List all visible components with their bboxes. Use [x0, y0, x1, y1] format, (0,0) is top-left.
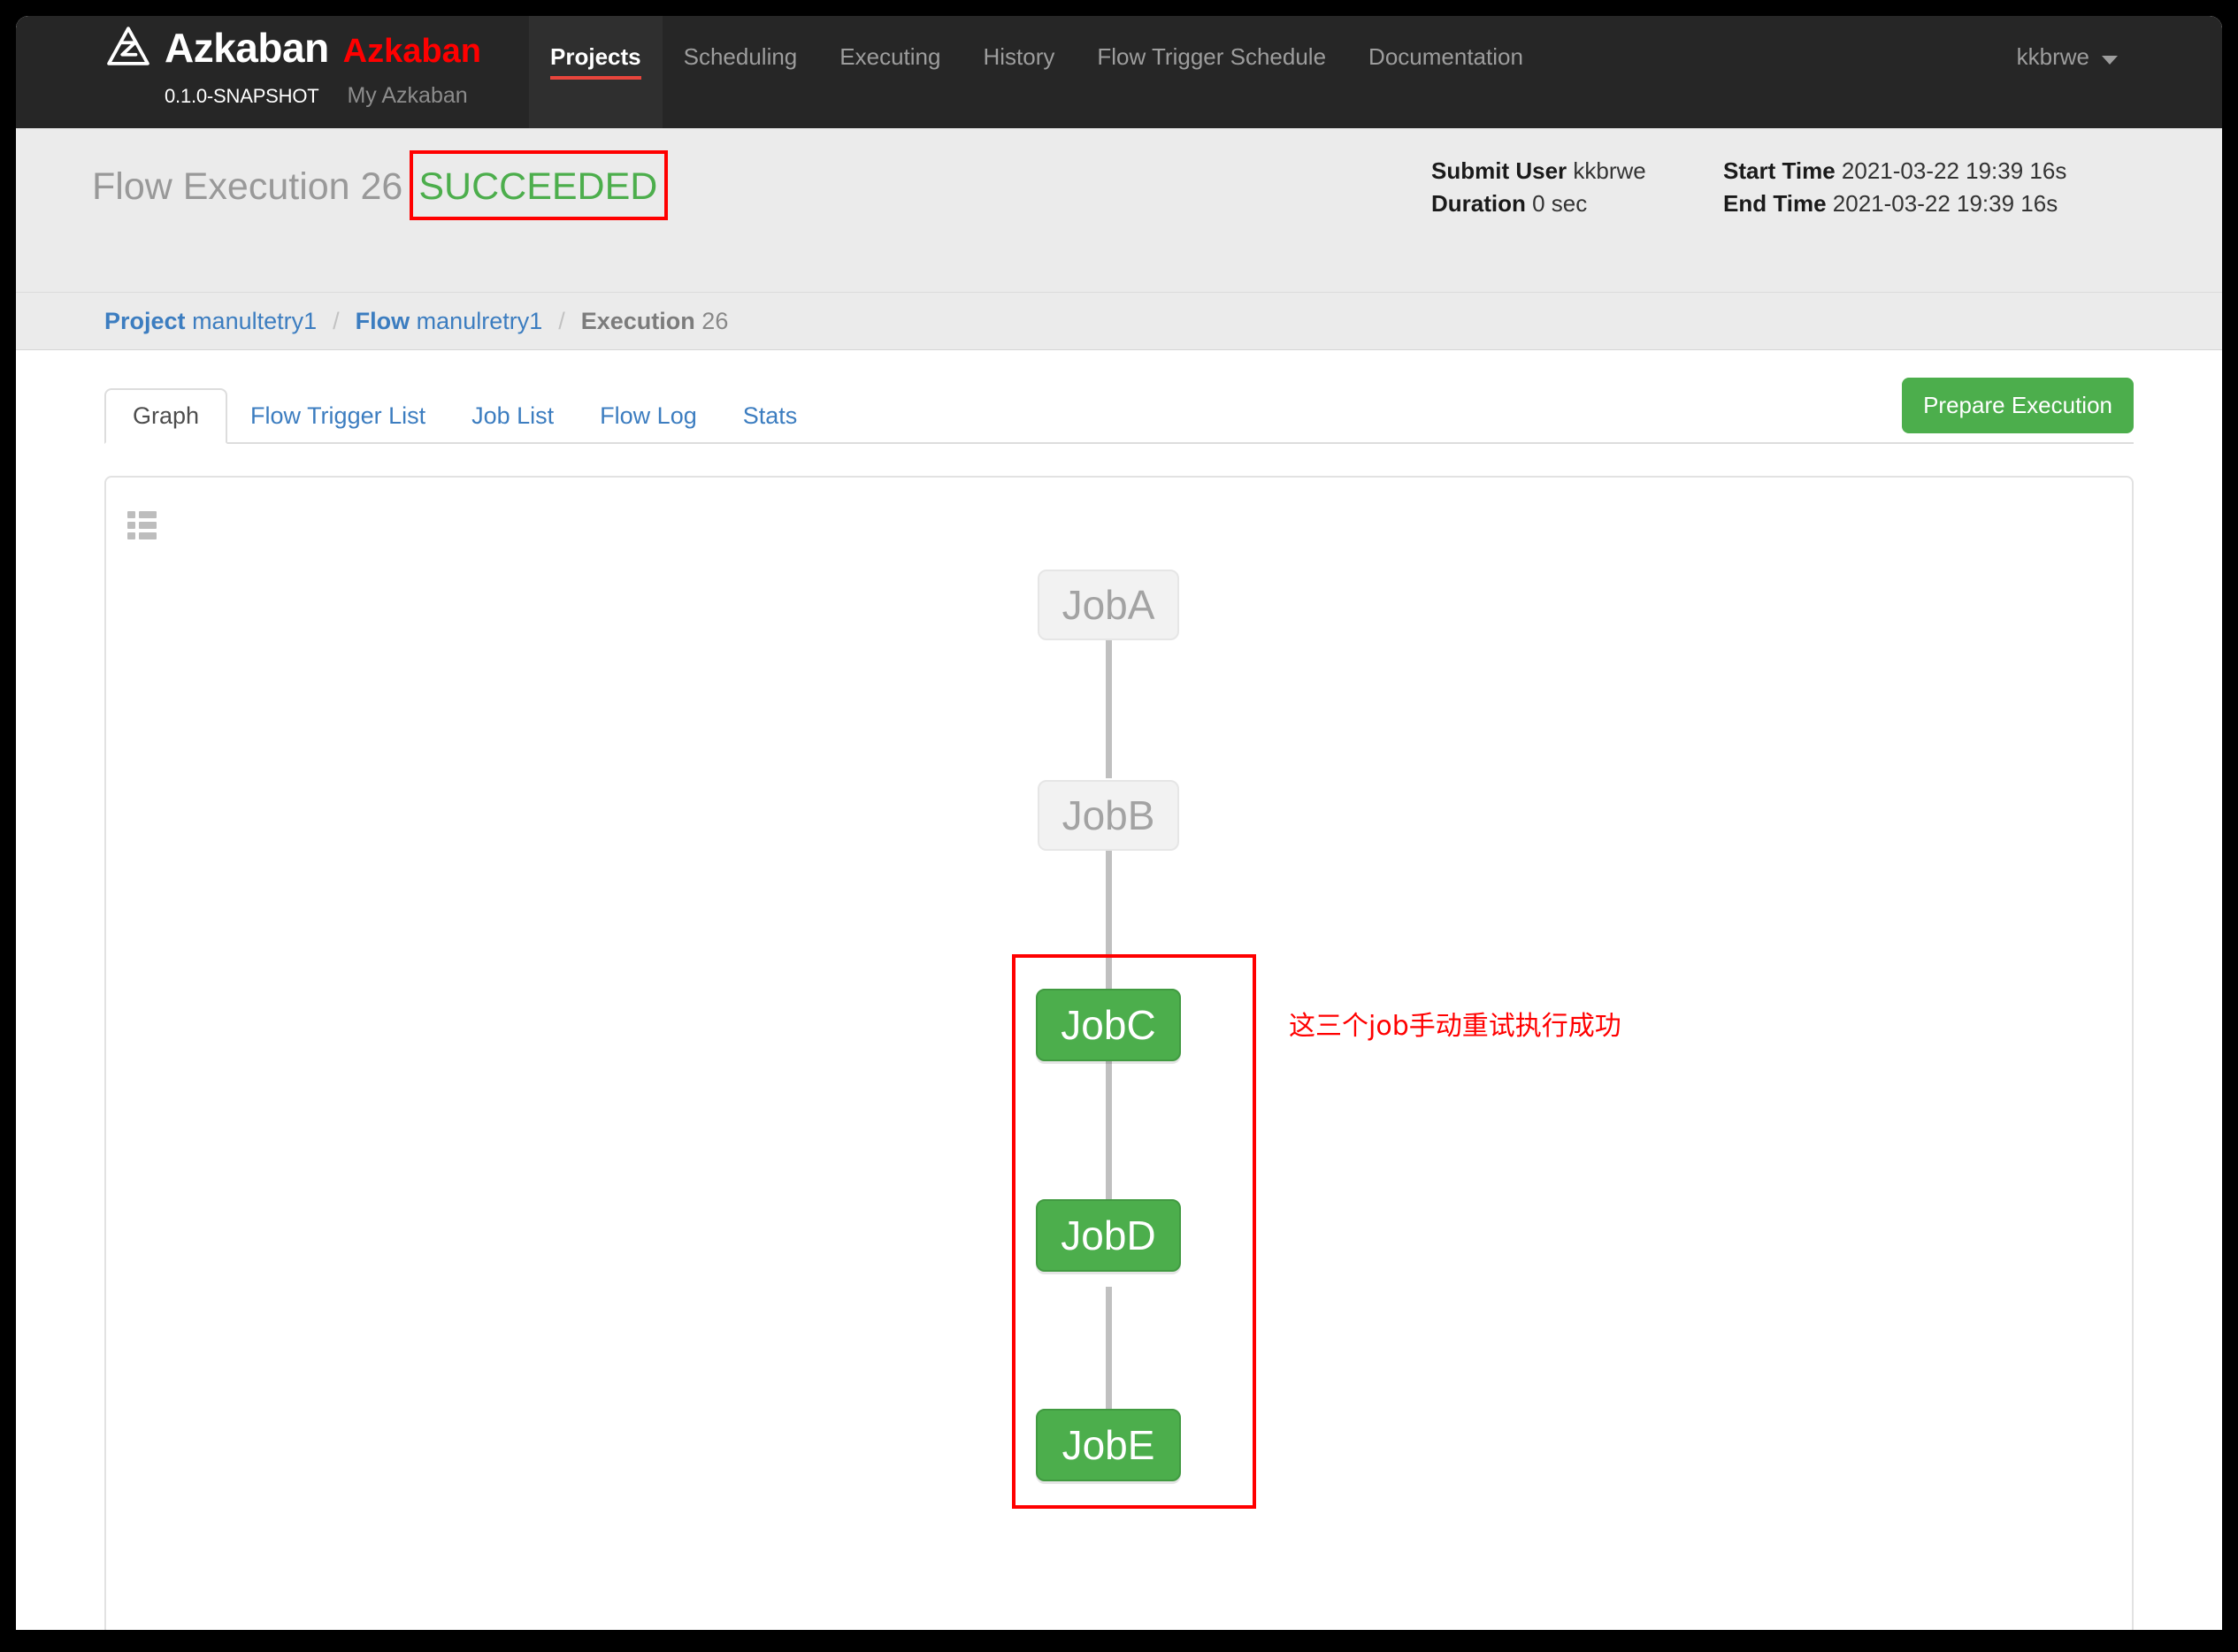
- job-node-label: JobB: [1062, 792, 1155, 838]
- tab-graph[interactable]: Graph: [104, 388, 228, 444]
- summary-submit-info: Submit User kkbrwe Duration 0 sec: [1431, 155, 1697, 220]
- breadcrumb-execution-number: 26: [701, 307, 729, 334]
- breadcrumb-project-label: Project: [104, 307, 186, 334]
- breadcrumb-flow-label: Flow: [355, 307, 410, 334]
- tab-flow-trigger-list[interactable]: Flow Trigger List: [227, 390, 448, 442]
- flow-graph-canvas[interactable]: JobA JobB JobC JobD JobE 这三个job手动重试执行成功: [106, 478, 2132, 1630]
- app-window: Azkaban Azkaban 0.1.0-SNAPSHOT My Azkaba…: [16, 16, 2222, 1630]
- summary-value-duration: 0 sec: [1532, 189, 1588, 217]
- summary-row-start-time: Start Time 2021-03-22 19:39 16s: [1723, 155, 2068, 187]
- brand-name: Azkaban: [165, 25, 329, 71]
- summary-time-info: Start Time 2021-03-22 19:39 16s End Time…: [1723, 155, 2068, 220]
- brand-version: 0.1.0-SNAPSHOT: [165, 85, 319, 107]
- brand-block[interactable]: Azkaban Azkaban 0.1.0-SNAPSHOT My Azkaba…: [104, 27, 481, 109]
- user-menu[interactable]: kkbrwe: [2017, 43, 2118, 71]
- status-badge-label: SUCCEEDED: [418, 165, 658, 208]
- execution-header: Flow Execution 26 SUCCEEDED Submit User …: [16, 128, 2222, 293]
- brand-tagline: My Azkaban: [347, 83, 468, 108]
- user-menu-label: kkbrwe: [2016, 43, 2089, 70]
- status-badge: SUCCEEDED: [410, 150, 669, 220]
- tab-flow-log[interactable]: Flow Log: [577, 390, 720, 442]
- edge-joba-jobb: [1106, 637, 1112, 778]
- summary-value-end-time: 2021-03-22 19:39 16s: [1832, 189, 2058, 217]
- job-node-jobd[interactable]: JobD: [1036, 1199, 1181, 1272]
- nav-link-executing[interactable]: Executing: [818, 16, 962, 128]
- azkaban-logo-icon: [107, 27, 149, 65]
- page-title-text: Flow Execution 26: [92, 165, 403, 208]
- content-area: Graph Flow Trigger List Job List Flow Lo…: [16, 350, 2222, 1630]
- breadcrumb-project-name: manultetry1: [192, 307, 318, 334]
- nav-link-flow-trigger-schedule[interactable]: Flow Trigger Schedule: [1076, 16, 1347, 128]
- summary-label-end-time: End Time: [1723, 189, 1827, 217]
- summary-label-submit-user: Submit User: [1431, 157, 1567, 184]
- summary-label-start-time: Start Time: [1723, 157, 1836, 184]
- page-title: Flow Execution 26 SUCCEEDED: [92, 150, 669, 220]
- summary-row-duration: Duration 0 sec: [1431, 187, 1697, 220]
- nav-link-scheduling[interactable]: Scheduling: [663, 16, 819, 128]
- annotation-text: 这三个job手动重试执行成功: [1289, 1011, 1621, 1042]
- job-node-joba[interactable]: JobA: [1038, 570, 1179, 640]
- breadcrumb-flow[interactable]: Flow manulretry1: [356, 308, 543, 335]
- breadcrumb-separator-1: /: [333, 307, 340, 334]
- tab-stats[interactable]: Stats: [720, 390, 821, 442]
- prepare-execution-button[interactable]: Prepare Execution: [1902, 378, 2134, 433]
- summary-row-submit-user: Submit User kkbrwe: [1431, 155, 1697, 187]
- summary-row-end-time: End Time 2021-03-22 19:39 16s: [1723, 187, 2068, 220]
- flow-graph-panel: JobA JobB JobC JobD JobE 这三个job手动重试执行成功: [104, 476, 2134, 1630]
- nav-link-documentation[interactable]: Documentation: [1347, 16, 1544, 128]
- nav-link-projects[interactable]: Projects: [529, 16, 663, 128]
- top-navbar: Azkaban Azkaban 0.1.0-SNAPSHOT My Azkaba…: [16, 16, 2222, 128]
- breadcrumb: Project manultetry1 / Flow manulretry1 /…: [16, 293, 2222, 350]
- job-node-jobb[interactable]: JobB: [1038, 780, 1179, 851]
- summary-label-duration: Duration: [1431, 189, 1526, 217]
- breadcrumb-flow-name: manulretry1: [416, 307, 543, 334]
- job-node-label: JobD: [1061, 1212, 1156, 1258]
- job-node-label: JobE: [1062, 1422, 1155, 1468]
- brand-alt-name: Azkaban: [342, 33, 481, 70]
- nav-link-history[interactable]: History: [962, 16, 1076, 128]
- breadcrumb-execution-label: Execution: [580, 307, 695, 334]
- summary-value-submit-user: kkbrwe: [1573, 157, 1646, 184]
- job-node-jobc[interactable]: JobC: [1036, 989, 1181, 1061]
- job-node-jobe[interactable]: JobE: [1036, 1409, 1181, 1481]
- breadcrumb-project[interactable]: Project manultetry1: [104, 308, 317, 335]
- job-node-label: JobC: [1061, 1002, 1156, 1048]
- chevron-down-icon: [2102, 55, 2118, 65]
- breadcrumb-separator-2: /: [558, 307, 565, 334]
- tab-bar: Graph Flow Trigger List Job List Flow Lo…: [104, 378, 2134, 444]
- breadcrumb-execution: Execution 26: [581, 308, 729, 335]
- summary-value-start-time: 2021-03-22 19:39 16s: [1841, 157, 2067, 184]
- job-node-label: JobA: [1062, 582, 1155, 628]
- tab-job-list[interactable]: Job List: [448, 390, 577, 442]
- nav-links: Projects Scheduling Executing History Fl…: [529, 16, 1544, 128]
